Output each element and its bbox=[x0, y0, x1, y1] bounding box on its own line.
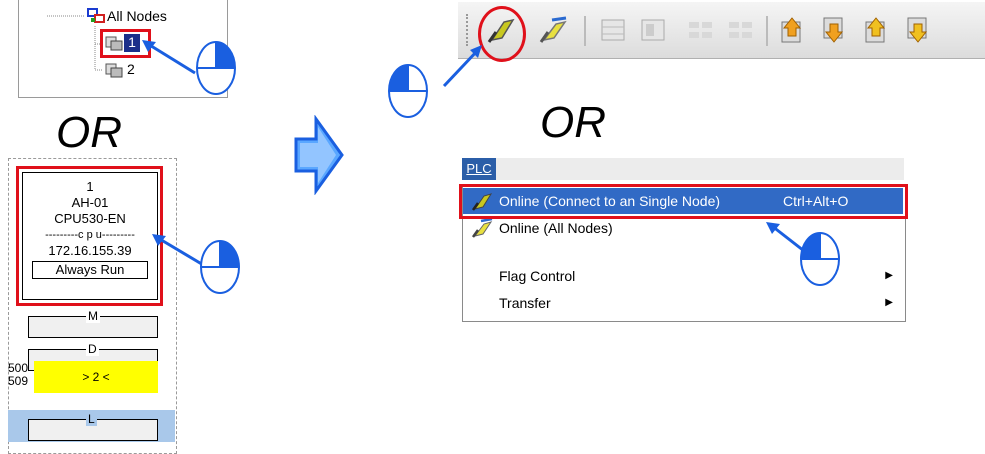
upload-all-button[interactable] bbox=[862, 16, 892, 44]
right-arrow-icon bbox=[294, 115, 344, 195]
download-all-button[interactable] bbox=[904, 16, 934, 44]
toolbar bbox=[458, 2, 985, 59]
disabled-convert-button[interactable] bbox=[726, 16, 756, 44]
upload-button[interactable] bbox=[778, 16, 808, 44]
tree-root-label[interactable]: All Nodes bbox=[107, 8, 167, 24]
download-button[interactable] bbox=[820, 16, 850, 44]
tree-node-2[interactable]: 2 bbox=[127, 61, 135, 77]
submenu-arrow-icon: ▶ bbox=[885, 270, 893, 281]
menu-item-label: Transfer bbox=[499, 295, 551, 311]
online-all-nodes-button[interactable] bbox=[538, 16, 568, 44]
slot-d-module[interactable]: > 2 < bbox=[34, 361, 158, 393]
network-nodes-icon bbox=[87, 8, 105, 23]
disabled-grid-button[interactable] bbox=[598, 16, 628, 44]
address-range: 500 509 bbox=[8, 362, 28, 388]
toolbar-separator bbox=[584, 16, 586, 46]
pointer-arrow-icon bbox=[442, 45, 482, 88]
pointer-arrow-icon bbox=[142, 40, 196, 75]
or-label-right: OR bbox=[540, 98, 606, 147]
mouse-left-click-icon bbox=[388, 64, 428, 118]
plc-node-icon bbox=[105, 63, 123, 78]
menu-item-highlight bbox=[459, 184, 908, 219]
slot-l-label: L bbox=[86, 412, 97, 426]
disabled-table-button[interactable] bbox=[638, 16, 668, 44]
slot-d-label: D bbox=[86, 342, 99, 356]
menu-bar: PLC bbox=[462, 158, 904, 180]
mouse-right-click-icon bbox=[200, 240, 240, 294]
menu-item-label: Flag Control bbox=[499, 268, 576, 284]
address-bottom: 509 bbox=[8, 374, 29, 388]
menu-plc[interactable]: PLC bbox=[462, 158, 496, 180]
disabled-compare-button[interactable] bbox=[686, 16, 716, 44]
mouse-left-click-icon bbox=[800, 232, 840, 286]
menu-item-transfer[interactable]: Transfer ▶ bbox=[463, 290, 903, 316]
station-highlight bbox=[16, 166, 163, 306]
online-all-icon bbox=[471, 218, 493, 238]
or-label-left: OR bbox=[56, 108, 122, 157]
toolbar-separator bbox=[766, 16, 768, 46]
slot-m-label: M bbox=[86, 309, 100, 323]
submenu-arrow-icon: ▶ bbox=[885, 297, 893, 308]
mouse-right-click-icon bbox=[196, 41, 236, 95]
